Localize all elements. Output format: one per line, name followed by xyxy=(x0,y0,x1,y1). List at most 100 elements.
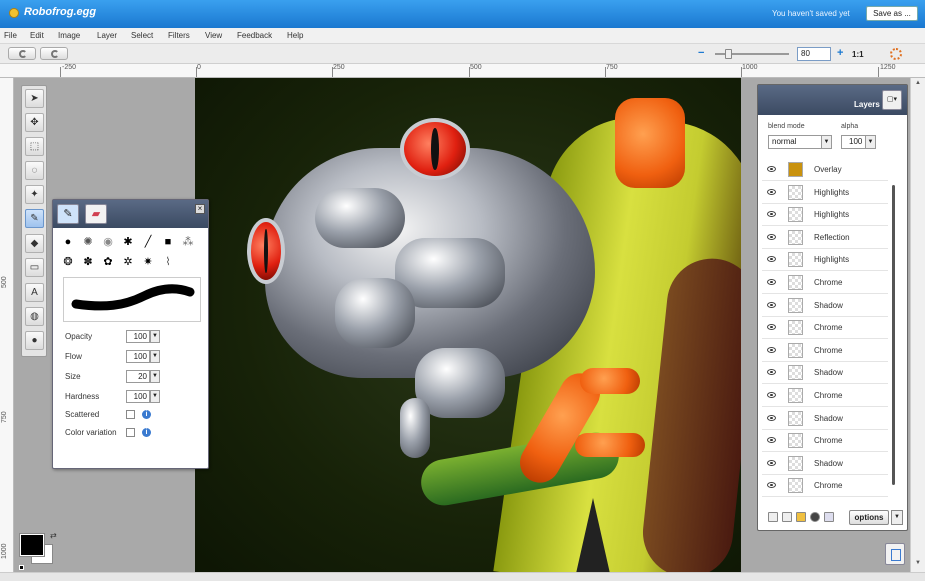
move-tool[interactable]: ✥ xyxy=(25,113,44,132)
pencil-tool[interactable]: ✎ xyxy=(25,209,44,228)
image-canvas[interactable] xyxy=(195,78,741,574)
visibility-eye-icon[interactable] xyxy=(767,369,776,376)
layer-row[interactable]: Highlights xyxy=(762,204,888,227)
menu-help[interactable]: Help xyxy=(287,31,303,40)
menu-layer[interactable]: Layer xyxy=(97,31,117,40)
layer-row[interactable]: Chrome xyxy=(762,317,888,340)
marquee-tool[interactable]: ⬚ xyxy=(25,137,44,156)
layers-scrollbar[interactable] xyxy=(892,185,895,485)
layer-row[interactable]: Chrome xyxy=(762,430,888,453)
color-variation-checkbox[interactable] xyxy=(126,428,135,437)
vertical-scrollbar[interactable]: ▲ ▼ xyxy=(910,78,925,572)
paintbucket-tool[interactable]: ◆ xyxy=(25,234,44,253)
layer-row[interactable]: Chrome xyxy=(762,475,888,498)
opacity-dropdown[interactable]: ▼ xyxy=(150,330,160,343)
flow-input[interactable]: 100 xyxy=(126,350,150,363)
menu-select[interactable]: Select xyxy=(131,31,153,40)
visibility-eye-icon[interactable] xyxy=(767,188,776,195)
menu-feedback[interactable]: Feedback xyxy=(237,31,272,40)
flow-dropdown[interactable]: ▼ xyxy=(150,350,160,363)
brush-shape[interactable]: ✽ xyxy=(82,256,94,268)
lasso-tool[interactable]: ◌ xyxy=(25,161,44,180)
zoom-slider-thumb[interactable] xyxy=(725,49,732,59)
info-icon[interactable]: i xyxy=(142,428,151,437)
blend-mode-select[interactable]: normal ▼ xyxy=(768,135,832,149)
reset-colors-icon[interactable] xyxy=(19,565,24,570)
visibility-eye-icon[interactable] xyxy=(767,211,776,218)
size-input[interactable]: 20 xyxy=(126,370,150,383)
brush-shape[interactable]: ╱ xyxy=(142,236,154,248)
layer-row[interactable]: Chrome xyxy=(762,272,888,294)
hardness-dropdown[interactable]: ▼ xyxy=(150,390,160,403)
fill-tool[interactable]: ▭ xyxy=(25,258,44,277)
scattered-checkbox[interactable] xyxy=(126,410,135,419)
lock-icon[interactable] xyxy=(796,512,806,522)
zoom-input[interactable]: 80 xyxy=(797,47,831,61)
brush-shape[interactable]: ❂ xyxy=(62,256,74,268)
brush-shape[interactable]: ✷ xyxy=(142,256,154,268)
brush-shape[interactable]: ● xyxy=(62,236,74,248)
size-dropdown[interactable]: ▼ xyxy=(150,370,160,383)
layer-row[interactable]: Shadow xyxy=(762,453,888,475)
layer-row[interactable]: Shadow xyxy=(762,408,888,430)
foreground-color-swatch[interactable] xyxy=(19,533,45,557)
alpha-select[interactable]: 100 ▼ xyxy=(841,135,876,149)
layer-row[interactable]: Shadow xyxy=(762,362,888,385)
menu-image[interactable]: Image xyxy=(58,31,80,40)
folder-icon[interactable] xyxy=(782,512,792,522)
visibility-eye-icon[interactable] xyxy=(767,482,776,489)
visibility-eye-icon[interactable] xyxy=(767,233,776,240)
brush-tab[interactable]: ✎ xyxy=(57,204,79,224)
delete-layer-icon[interactable] xyxy=(824,512,834,522)
visibility-eye-icon[interactable] xyxy=(767,301,776,308)
brush-shape[interactable]: ✲ xyxy=(122,256,134,268)
eraser-tab[interactable]: ▰ xyxy=(85,204,107,224)
brush-shape[interactable]: ✺ xyxy=(82,236,94,248)
layer-row[interactable]: Chrome xyxy=(762,340,888,362)
redo-button[interactable] xyxy=(40,47,68,60)
history-panel-icon[interactable] xyxy=(885,543,905,565)
visibility-eye-icon[interactable] xyxy=(767,346,776,353)
scroll-up-icon[interactable]: ▲ xyxy=(913,80,923,86)
brush-shape[interactable]: ■ xyxy=(162,236,174,248)
colorpicker-tool[interactable]: ● xyxy=(25,331,44,350)
type-tool[interactable]: A xyxy=(25,283,44,302)
brush-shape[interactable]: ✱ xyxy=(122,236,134,248)
mask-icon[interactable] xyxy=(810,512,820,522)
save-as-button[interactable]: Save as ... xyxy=(866,6,918,21)
layer-row[interactable]: Chrome xyxy=(762,385,888,407)
layers-menu-button[interactable]: ▢▾ xyxy=(882,90,902,110)
visibility-eye-icon[interactable] xyxy=(767,166,776,172)
visibility-eye-icon[interactable] xyxy=(767,324,776,331)
visibility-eye-icon[interactable] xyxy=(767,279,776,285)
menu-view[interactable]: View xyxy=(205,31,222,40)
visibility-eye-icon[interactable] xyxy=(767,392,776,398)
undo-button[interactable] xyxy=(8,47,36,60)
close-icon[interactable]: × xyxy=(195,204,205,214)
stamp-tool[interactable]: ◍ xyxy=(25,307,44,326)
brush-shape[interactable]: ⁂ xyxy=(182,236,194,248)
new-layer-icon[interactable] xyxy=(768,512,778,522)
visibility-eye-icon[interactable] xyxy=(767,414,776,421)
visibility-eye-icon[interactable] xyxy=(767,256,776,263)
info-icon[interactable]: i xyxy=(142,410,151,419)
brush-shape[interactable]: ✿ xyxy=(102,256,114,268)
zoom-in-icon[interactable]: + xyxy=(837,48,843,59)
visibility-eye-icon[interactable] xyxy=(767,437,776,444)
layer-row[interactable]: Overlay xyxy=(762,159,888,181)
layer-row[interactable]: Highlights xyxy=(762,182,888,204)
pointer-tool[interactable]: ➤ xyxy=(25,89,44,108)
visibility-eye-icon[interactable] xyxy=(767,459,776,466)
brush-shape[interactable]: ◉ xyxy=(102,236,114,248)
scroll-down-icon[interactable]: ▼ xyxy=(913,560,923,566)
zoom-out-icon[interactable]: − xyxy=(698,48,704,59)
menu-edit[interactable]: Edit xyxy=(30,31,44,40)
layer-row[interactable]: Shadow xyxy=(762,295,888,317)
layer-row[interactable]: Highlights xyxy=(762,249,888,272)
menu-file[interactable]: File xyxy=(4,31,17,40)
chevron-down-icon[interactable]: ▼ xyxy=(891,510,903,525)
layer-options-button[interactable]: options xyxy=(849,510,889,525)
brush-shape[interactable]: ⌇ xyxy=(162,256,174,268)
actual-size-button[interactable]: 1:1 xyxy=(852,50,864,59)
wand-tool[interactable]: ✦ xyxy=(25,185,44,204)
